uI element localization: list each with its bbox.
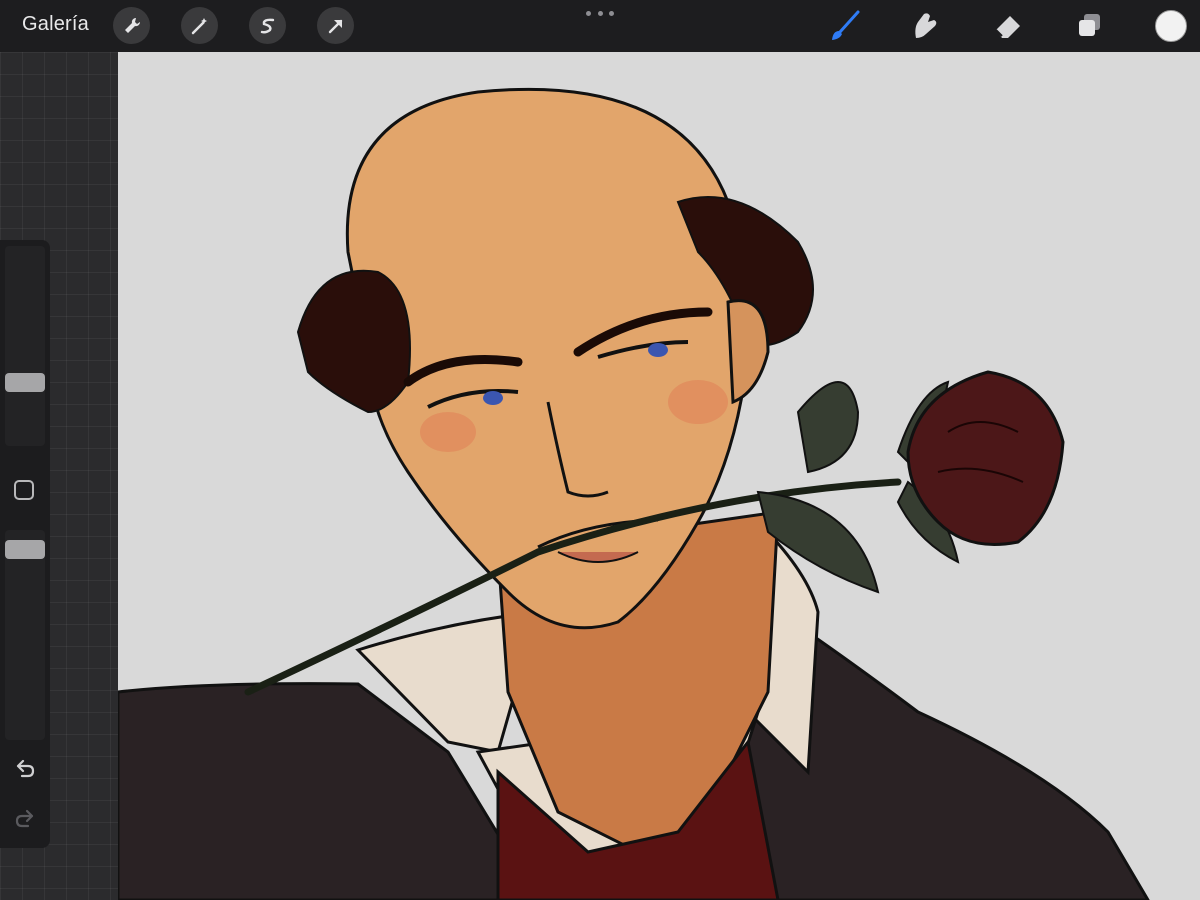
opacity-slider[interactable]: [5, 530, 45, 740]
actions-wrench-icon[interactable]: [113, 7, 150, 44]
smudge-icon[interactable]: [906, 8, 942, 44]
eraser-icon[interactable]: [990, 8, 1026, 44]
transform-arrow-icon[interactable]: [317, 7, 354, 44]
drawing-canvas[interactable]: [118, 52, 1200, 900]
top-toolbar: Galería: [0, 0, 1200, 52]
brush-size-handle[interactable]: [5, 373, 45, 392]
modify-button[interactable]: [14, 480, 34, 500]
layers-icon[interactable]: [1072, 8, 1108, 44]
color-picker-swatch[interactable]: [1155, 10, 1187, 42]
more-options-icon[interactable]: [586, 8, 614, 18]
redo-icon[interactable]: [12, 806, 38, 832]
adjustments-wand-icon[interactable]: [181, 7, 218, 44]
brush-icon[interactable]: [826, 8, 862, 44]
artwork: [118, 87, 1150, 900]
brush-size-slider[interactable]: [5, 246, 45, 446]
undo-icon[interactable]: [12, 756, 38, 782]
gallery-button[interactable]: Galería: [22, 13, 89, 36]
selection-icon[interactable]: [249, 7, 286, 44]
sidebar: [0, 240, 50, 848]
opacity-handle[interactable]: [5, 540, 45, 559]
